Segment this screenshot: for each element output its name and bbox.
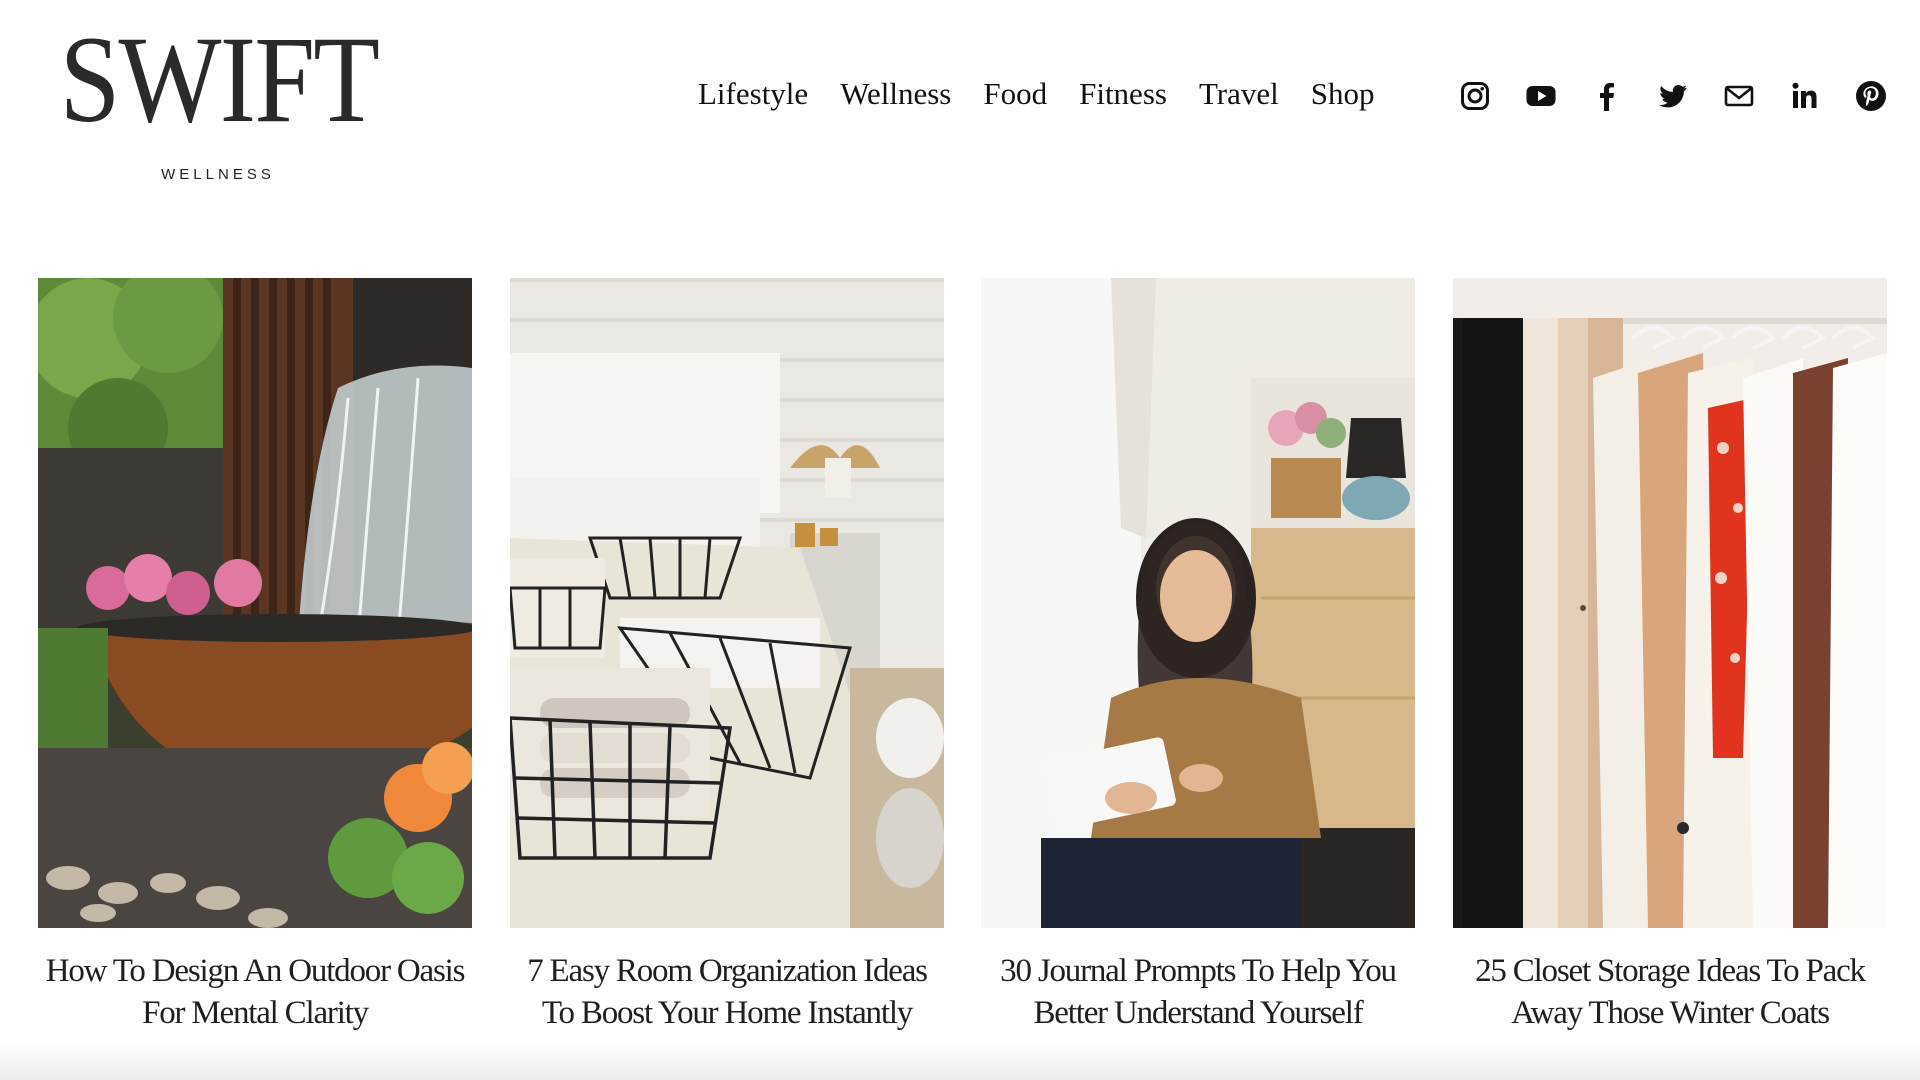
site-header: SWIFT WELLNESS Lifestyle Wellness Food F… xyxy=(0,0,1920,200)
nav-item-fitness[interactable]: Fitness xyxy=(1079,76,1167,112)
twitter-link[interactable] xyxy=(1657,80,1689,112)
logo-wordmark: SWIFT xyxy=(59,11,380,148)
article-title-line: 7 Easy Room Organization Ideas xyxy=(527,953,928,989)
article-title-line: To Boost Your Home Instantly xyxy=(541,995,913,1031)
linkedin-link[interactable] xyxy=(1789,80,1821,112)
article-title-line: 30 Journal Prompts To Help You xyxy=(1000,953,1397,989)
email-link[interactable] xyxy=(1723,80,1755,112)
twitter-icon xyxy=(1659,85,1687,108)
article-title[interactable]: 7 Easy Room Organization Ideas To Boost … xyxy=(510,950,944,1034)
outdoor-water-feature-photo[interactable] xyxy=(38,278,472,928)
article-card[interactable]: 30 Journal Prompts To Help You Better Un… xyxy=(981,278,1415,1034)
article-card[interactable]: 7 Easy Room Organization Ideas To Boost … xyxy=(510,278,944,1034)
nav-item-travel[interactable]: Travel xyxy=(1199,76,1279,112)
clothing-rack-photo[interactable] xyxy=(1453,278,1887,928)
instagram-icon xyxy=(1461,82,1489,110)
facebook-link[interactable] xyxy=(1591,80,1623,112)
photo-illustration xyxy=(981,278,1415,928)
logo-tagline: WELLNESS xyxy=(161,166,275,183)
article-title-line: Better Understand Yourself xyxy=(1033,995,1364,1031)
pinterest-link[interactable] xyxy=(1855,80,1887,112)
article-title[interactable]: 25 Closet Storage Ideas To Pack Away Tho… xyxy=(1453,950,1887,1034)
woman-journaling-photo[interactable] xyxy=(981,278,1415,928)
photo-illustration xyxy=(38,278,472,928)
site-logo[interactable]: SWIFT WELLNESS xyxy=(38,11,398,184)
article-card[interactable]: 25 Closet Storage Ideas To Pack Away Tho… xyxy=(1453,278,1887,1034)
email-icon xyxy=(1724,85,1754,107)
page-bottom-fade xyxy=(0,1040,1920,1080)
facebook-icon xyxy=(1600,83,1614,111)
photo-illustration xyxy=(510,278,944,928)
youtube-link[interactable] xyxy=(1525,80,1557,112)
photo-illustration xyxy=(1453,278,1887,928)
linkedin-icon xyxy=(1792,82,1817,108)
article-title[interactable]: 30 Journal Prompts To Help You Better Un… xyxy=(981,950,1415,1034)
pinterest-icon xyxy=(1856,81,1886,111)
article-title-line: Away Those Winter Coats xyxy=(1511,995,1830,1031)
youtube-icon xyxy=(1526,86,1556,106)
bedroom-wire-baskets-photo[interactable] xyxy=(510,278,944,928)
main-nav: Lifestyle Wellness Food Fitness Travel S… xyxy=(698,76,1375,112)
article-card[interactable]: How To Design An Outdoor Oasis For Menta… xyxy=(38,278,472,1034)
nav-item-lifestyle[interactable]: Lifestyle xyxy=(698,76,808,112)
article-title[interactable]: How To Design An Outdoor Oasis For Menta… xyxy=(38,950,472,1034)
article-title-line: For Mental Clarity xyxy=(142,995,369,1031)
article-title-line: 25 Closet Storage Ideas To Pack xyxy=(1475,953,1866,989)
social-links xyxy=(1459,80,1887,112)
instagram-link[interactable] xyxy=(1459,80,1491,112)
nav-item-wellness[interactable]: Wellness xyxy=(840,76,951,112)
nav-item-shop[interactable]: Shop xyxy=(1311,76,1375,112)
article-title-line: How To Design An Outdoor Oasis xyxy=(45,953,466,989)
nav-item-food[interactable]: Food xyxy=(983,76,1047,112)
